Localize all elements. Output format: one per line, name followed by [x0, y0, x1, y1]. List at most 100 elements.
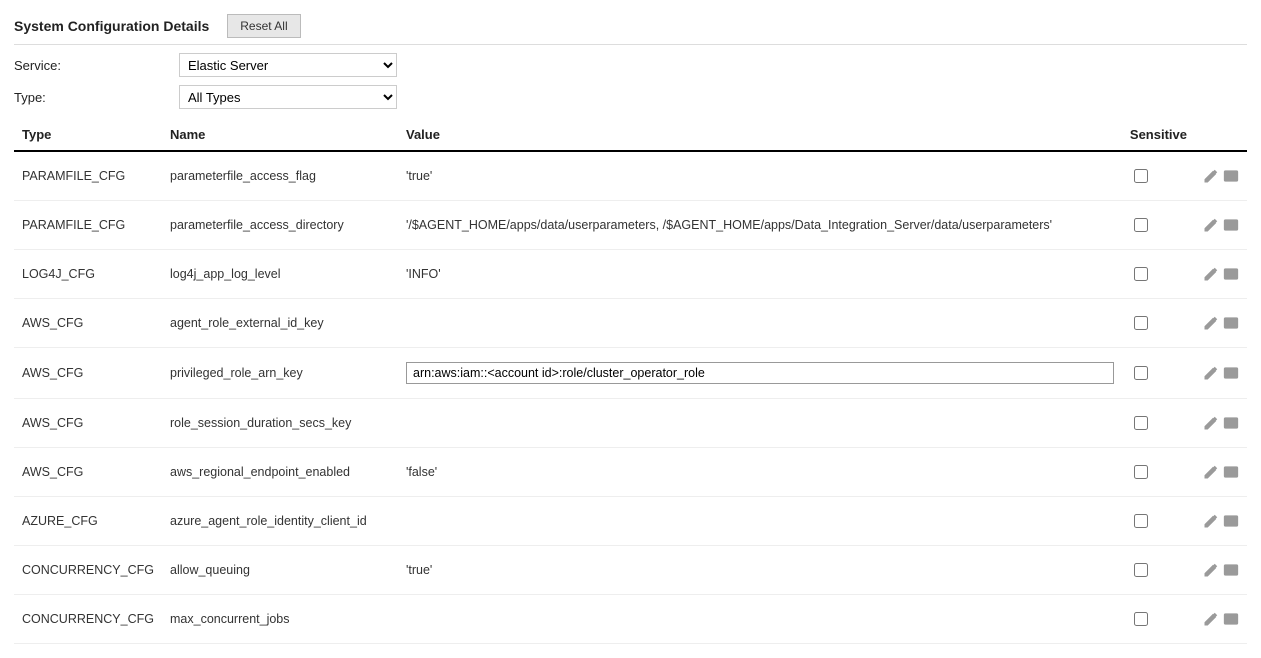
pencil-icon[interactable] [1203, 217, 1219, 233]
cell-sensitive [1122, 546, 1195, 595]
sensitive-checkbox[interactable] [1134, 612, 1148, 626]
sensitive-checkbox[interactable] [1134, 218, 1148, 232]
cell-sensitive [1122, 448, 1195, 497]
cell-name: agent_role_external_id_key [162, 299, 398, 348]
reset-all-button[interactable]: Reset All [227, 14, 300, 38]
page-title: System Configuration Details [14, 18, 209, 34]
table-row: AWS_CFGaws_regional_endpoint_enabled'fal… [14, 448, 1247, 497]
cell-actions [1195, 497, 1247, 546]
sensitive-checkbox[interactable] [1134, 316, 1148, 330]
cell-sensitive [1122, 595, 1195, 644]
col-header-sensitive: Sensitive [1122, 119, 1195, 151]
cell-name: max_concurrent_jobs [162, 595, 398, 644]
pencil-icon[interactable] [1203, 415, 1219, 431]
filter-type-row: Type: All Types [14, 85, 1247, 109]
table-row: LOG4J_CFGlog4j_app_log_level'INFO' [14, 250, 1247, 299]
cell-value [398, 299, 1122, 348]
reset-icon[interactable] [1223, 611, 1239, 627]
cell-type: LOG4J_CFG [14, 250, 162, 299]
table-row: AWS_CFGrole_session_duration_secs_key [14, 399, 1247, 448]
reset-icon[interactable] [1223, 168, 1239, 184]
cell-type: CONCURRENCY_CFG [14, 546, 162, 595]
service-label: Service: [14, 58, 179, 73]
table-row: CONCURRENCY_CFGallow_queuing'true' [14, 546, 1247, 595]
cell-value: 'false' [398, 448, 1122, 497]
divider [14, 44, 1247, 45]
cell-name: aws_regional_endpoint_enabled [162, 448, 398, 497]
pencil-icon[interactable] [1203, 315, 1219, 331]
reset-icon[interactable] [1223, 315, 1239, 331]
sensitive-checkbox[interactable] [1134, 416, 1148, 430]
cell-name: parameterfile_access_directory [162, 201, 398, 250]
cell-value: 'true' [398, 546, 1122, 595]
pencil-icon[interactable] [1203, 365, 1219, 381]
cell-value: 'INFO' [398, 250, 1122, 299]
col-header-actions [1195, 119, 1247, 151]
config-table: Type Name Value Sensitive PARAMFILE_CFGp… [14, 119, 1247, 644]
sensitive-checkbox[interactable] [1134, 514, 1148, 528]
cell-name: parameterfile_access_flag [162, 151, 398, 201]
reset-icon[interactable] [1223, 365, 1239, 381]
type-label: Type: [14, 90, 179, 105]
pencil-icon[interactable] [1203, 266, 1219, 282]
cell-sensitive [1122, 399, 1195, 448]
cell-value: '/$AGENT_HOME/apps/data/userparameters, … [398, 201, 1122, 250]
cell-type: AWS_CFG [14, 399, 162, 448]
table-row: CONCURRENCY_CFGmax_concurrent_jobs [14, 595, 1247, 644]
col-header-value: Value [398, 119, 1122, 151]
cell-actions [1195, 250, 1247, 299]
cell-value [398, 595, 1122, 644]
pencil-icon[interactable] [1203, 611, 1219, 627]
sensitive-checkbox[interactable] [1134, 169, 1148, 183]
col-header-name: Name [162, 119, 398, 151]
cell-type: PARAMFILE_CFG [14, 201, 162, 250]
pencil-icon[interactable] [1203, 168, 1219, 184]
pencil-icon[interactable] [1203, 513, 1219, 529]
value-input[interactable] [406, 362, 1114, 384]
reset-icon[interactable] [1223, 217, 1239, 233]
cell-actions [1195, 399, 1247, 448]
type-select[interactable]: All Types [179, 85, 397, 109]
cell-actions [1195, 151, 1247, 201]
cell-sensitive [1122, 348, 1195, 399]
col-header-type: Type [14, 119, 162, 151]
sensitive-checkbox[interactable] [1134, 563, 1148, 577]
sensitive-checkbox[interactable] [1134, 366, 1148, 380]
table-row: AWS_CFGagent_role_external_id_key [14, 299, 1247, 348]
table-row: AZURE_CFGazure_agent_role_identity_clien… [14, 497, 1247, 546]
sensitive-checkbox[interactable] [1134, 267, 1148, 281]
sensitive-checkbox[interactable] [1134, 465, 1148, 479]
cell-name: role_session_duration_secs_key [162, 399, 398, 448]
reset-icon[interactable] [1223, 513, 1239, 529]
cell-actions [1195, 201, 1247, 250]
reset-icon[interactable] [1223, 415, 1239, 431]
cell-value [398, 348, 1122, 399]
table-header-row: Type Name Value Sensitive [14, 119, 1247, 151]
cell-name: log4j_app_log_level [162, 250, 398, 299]
cell-sensitive [1122, 151, 1195, 201]
table-row: PARAMFILE_CFGparameterfile_access_flag't… [14, 151, 1247, 201]
cell-type: PARAMFILE_CFG [14, 151, 162, 201]
reset-icon[interactable] [1223, 266, 1239, 282]
service-select[interactable]: Elastic Server [179, 53, 397, 77]
cell-type: AZURE_CFG [14, 497, 162, 546]
cell-actions [1195, 348, 1247, 399]
header-row: System Configuration Details Reset All [14, 14, 1247, 38]
cell-sensitive [1122, 299, 1195, 348]
cell-sensitive [1122, 497, 1195, 546]
pencil-icon[interactable] [1203, 464, 1219, 480]
cell-actions [1195, 546, 1247, 595]
table-row: AWS_CFGprivileged_role_arn_key [14, 348, 1247, 399]
cell-type: AWS_CFG [14, 299, 162, 348]
pencil-icon[interactable] [1203, 562, 1219, 578]
cell-actions [1195, 595, 1247, 644]
cell-name: allow_queuing [162, 546, 398, 595]
cell-type: CONCURRENCY_CFG [14, 595, 162, 644]
cell-value [398, 399, 1122, 448]
cell-sensitive [1122, 201, 1195, 250]
cell-type: AWS_CFG [14, 348, 162, 399]
cell-value [398, 497, 1122, 546]
reset-icon[interactable] [1223, 562, 1239, 578]
cell-value: 'true' [398, 151, 1122, 201]
reset-icon[interactable] [1223, 464, 1239, 480]
